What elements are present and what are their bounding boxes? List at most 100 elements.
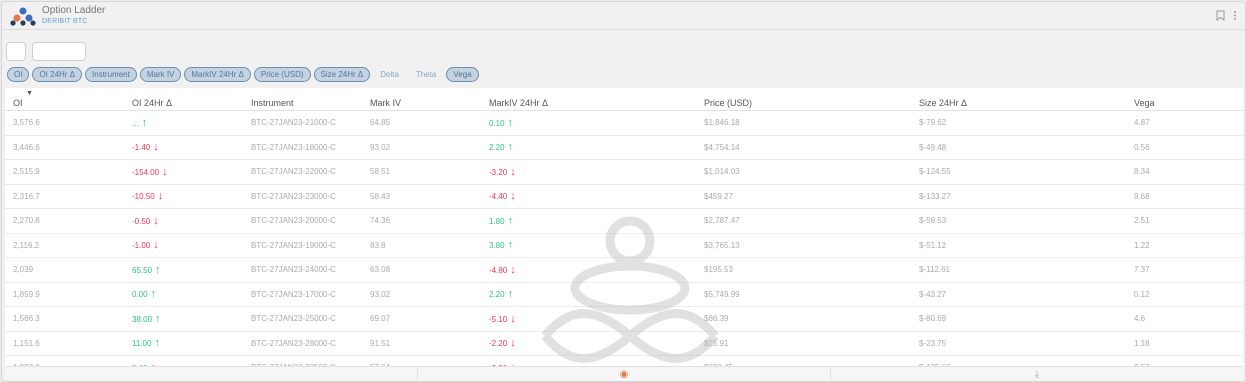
cell-value: 0.10: [489, 118, 505, 128]
table-cell: 1,859.9: [5, 290, 124, 299]
cell-value: 83.8: [370, 240, 386, 250]
table-row[interactable]: 2,039 65.50 ↑ BTC-27JAN23-24000-C 63.08 -4.80…: [5, 258, 1243, 283]
download-button[interactable]: ⤓: [831, 367, 1243, 381]
table-cell: $-80.69: [911, 314, 1126, 323]
bookmark-icon[interactable]: [1216, 10, 1225, 21]
cell-value: BTC-27JAN23-25000-C: [251, 314, 336, 324]
cell-value: 2,515.9: [13, 167, 40, 177]
table-cell: 1.22: [1126, 241, 1243, 250]
column-header-mark-iv[interactable]: Mark IV: [362, 98, 481, 110]
option-ladder-panel: Option Ladder DERIBIT BTC OI OI 24Hr Δ Ins…: [1, 1, 1246, 382]
table-cell: $-43.27: [911, 290, 1126, 299]
column-header-oi[interactable]: OI: [5, 98, 124, 110]
table-cell: $3,765.13: [696, 241, 911, 250]
cell-value: 1.18: [1134, 338, 1150, 348]
chip-vega[interactable]: Vega: [446, 67, 479, 82]
table-row[interactable]: 2,270.8 -0.50 ↓ BTC-27JAN23-20000-C 74.36 1.8…: [5, 209, 1243, 234]
column-header-vega[interactable]: Vega: [1126, 98, 1243, 110]
cell-value: 3,446.6: [13, 142, 40, 152]
cell-value: $459.27: [704, 191, 733, 201]
cell-value: BTC-27JAN23-22000-C: [251, 167, 336, 177]
cell-value: 7.37: [1134, 265, 1150, 275]
chip-instrument[interactable]: Instrument: [85, 67, 137, 82]
arrow-up-icon: ↑: [507, 214, 514, 227]
panel-footer: ◉ ⤓: [5, 366, 1243, 381]
sort-descending-icon: ▼: [26, 90, 33, 97]
table-cell: 58.43: [362, 192, 481, 201]
chip-size-24hr[interactable]: Size 24Hr Δ: [313, 67, 371, 82]
column-header-price-usd[interactable]: Price (USD): [696, 98, 911, 110]
cell-value: -10.50: [132, 192, 155, 202]
cell-value: 74.36: [370, 216, 391, 226]
cell-value: 2,116.2: [13, 240, 40, 250]
cell-value: 63.08: [370, 265, 391, 275]
table-cell: -4.40 ↓: [481, 190, 696, 202]
table-cell: 63.08: [362, 265, 481, 274]
chip-delta[interactable]: Delta: [373, 67, 406, 82]
table-cell: 1.80 ↑: [481, 215, 696, 227]
table-row[interactable]: 2,116.2 -1.00 ↓ BTC-27JAN23-19000-C 83.8 3.80…: [5, 234, 1243, 258]
cell-value: $-80.69: [919, 314, 947, 324]
arrow-down-icon: ↓: [510, 263, 516, 276]
table-row[interactable]: 2,316.7 -10.50 ↓ BTC-27JAN23-23000-C 58.43 -4…: [5, 185, 1243, 209]
cell-value: BTC-27JAN23-28000-C: [251, 338, 336, 348]
chip-theta[interactable]: Theta: [409, 67, 443, 82]
cell-value: 91.51: [370, 338, 391, 348]
column-header-instrument[interactable]: Instrument: [243, 98, 362, 110]
column-header-markiv-24hr[interactable]: MarkIV 24Hr Δ: [481, 98, 696, 110]
cell-value: -2.20: [489, 339, 508, 349]
table-cell: -5.10 ↓: [481, 313, 696, 325]
filter-controls: [6, 42, 86, 61]
cell-value: $86.39: [704, 314, 729, 324]
table-cell: 4.87: [1126, 118, 1243, 127]
table-row[interactable]: 1,151.6 11.00 ↑ BTC-27JAN23-28000-C 91.51 -2.…: [5, 332, 1243, 356]
more-vertical-icon[interactable]: [1233, 10, 1237, 21]
table-cell: 38.00 ↑: [124, 313, 243, 325]
table-row[interactable]: 1,087.90.40↑BTC-27JAN23-22500-C57.64-3.9…: [5, 356, 1243, 366]
chip-oi[interactable]: OI: [7, 67, 30, 82]
arrow-up-icon: ↑: [141, 116, 148, 129]
table-cell: ... ↑: [124, 117, 243, 129]
cell-value: 1.80: [489, 216, 505, 226]
table-cell: 0.00 ↑: [124, 288, 243, 300]
table-cell: BTC-27JAN23-23000-C: [243, 192, 362, 201]
table-cell: 2,270.8: [5, 216, 124, 225]
arrow-up-icon: ↑: [150, 288, 157, 301]
logo-icon: [10, 7, 36, 26]
cell-value: 3.80: [489, 241, 505, 251]
table-cell: 0.56: [1126, 143, 1243, 152]
table-cell: 58.51: [362, 167, 481, 176]
table-cell: $15.91: [696, 339, 911, 348]
table-row[interactable]: 3,576.6... ↑ BTC-27JAN23-21000-C 64.85 0.10 ↑…: [5, 111, 1243, 136]
table-cell: $-59.53: [911, 216, 1126, 225]
cell-value: 11.00: [132, 339, 152, 349]
cell-value: 58.51: [370, 167, 391, 177]
table-cell: 91.51: [362, 339, 481, 348]
chip-mark-iv[interactable]: Mark IV: [139, 67, 182, 82]
column-header-oi-24hr[interactable]: OI 24Hr Δ: [124, 98, 243, 110]
chip-price-usd[interactable]: Price (USD): [253, 67, 311, 82]
table-row[interactable]: 1,859.9 0.00 ↑ BTC-27JAN23-17000-C 93.02 2.20…: [5, 283, 1243, 307]
cell-value: -3.20: [489, 167, 508, 177]
expiry-input[interactable]: [32, 42, 86, 61]
chip-oi-24hr[interactable]: OI 24Hr Δ: [32, 67, 83, 82]
cell-value: 64.85: [370, 118, 391, 128]
cell-value: -1.40: [132, 143, 151, 153]
table-row[interactable]: 3,446.6 -1.40 ↓ BTC-27JAN23-18000-C 93.02 2.2…: [5, 136, 1243, 160]
cell-value: $5,749.99: [704, 289, 740, 299]
screenshot-button[interactable]: ◉: [418, 367, 831, 381]
table-cell: $195.53: [696, 265, 911, 274]
table-cell: 1,586.3: [5, 314, 124, 323]
table-cell: 74.36: [362, 216, 481, 225]
table-cell: 2,316.7: [5, 192, 124, 201]
selector-input[interactable]: [6, 42, 26, 61]
column-header-size-24hr[interactable]: Size 24Hr Δ: [911, 98, 1126, 110]
cell-value: 69.07: [370, 314, 391, 324]
table-cell: BTC-27JAN23-19000-C: [243, 241, 362, 250]
cell-value: BTC-27JAN23-18000-C: [251, 142, 336, 152]
table-cell: 65.50 ↑: [124, 264, 243, 276]
table-row[interactable]: 2,515.9 -154.00 ↓ BTC-27JAN23-22000-C 58.51-…: [5, 160, 1243, 185]
cell-value: $-43.27: [919, 289, 947, 299]
chip-markiv-24hr[interactable]: MarkIV 24Hr Δ: [184, 67, 251, 82]
table-row[interactable]: 1,586.3 38.00 ↑ BTC-27JAN23-25000-C 69.07 -5.…: [5, 307, 1243, 332]
